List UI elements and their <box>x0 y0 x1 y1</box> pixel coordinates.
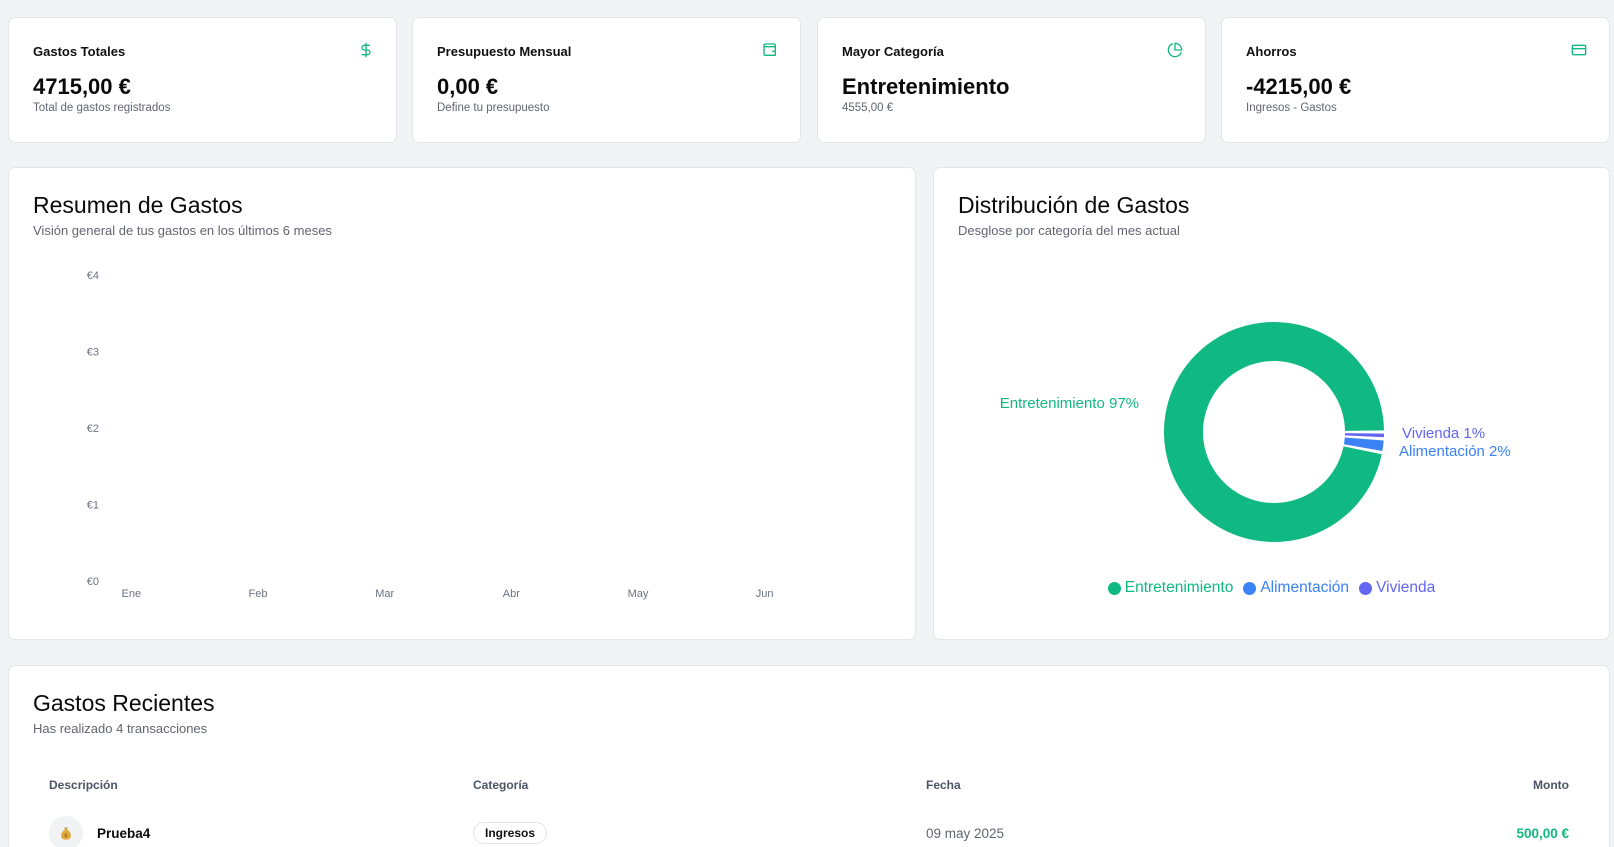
legend-dot <box>1359 581 1373 595</box>
legend-label: Alimentación <box>1260 579 1350 596</box>
expenses-bar-chart: €0 €1 €2 €3 €4 Ene Feb Mar Abr May Jun <box>87 270 774 600</box>
money-bag-sign: $ <box>64 833 67 839</box>
money-bag-glyph: $ <box>61 827 71 840</box>
x-tick-label: Abr <box>503 588 520 600</box>
x-tick-label: May <box>628 588 649 600</box>
recent-expenses-panel: Gastos Recientes Has realizado 4 transac… <box>8 665 1610 847</box>
stat-subtitle: Total de gastos registrados <box>33 102 171 114</box>
summary-panel: Resumen de Gastos Visión general de tus … <box>8 167 916 640</box>
stat-subtitle: 4555,00 € <box>842 102 894 114</box>
legend-item-alimentacion[interactable]: Alimentación <box>1243 579 1349 597</box>
row-amount: 500,00 € <box>1516 826 1569 841</box>
money-bag-icon: $ <box>49 816 83 847</box>
distribution-panel: Distribución de Gastos Desglose por cate… <box>933 167 1610 640</box>
stat-value: -4215,00 € <box>1246 74 1352 99</box>
slice-label: Vivienda 1% <box>1402 425 1485 442</box>
distribution-donut-chart: Entretenimiento 97% Vivienda 1%Alimentaci… <box>1000 322 1511 543</box>
x-tick-label: Mar <box>375 588 394 600</box>
column-header-category[interactable]: Categoría <box>473 778 528 792</box>
dollar-icon <box>361 42 371 58</box>
x-tick-label: Feb <box>249 588 268 600</box>
x-tick-label: Ene <box>122 588 142 600</box>
wallet-icon <box>763 43 776 56</box>
y-tick-label: €4 <box>87 270 99 282</box>
y-tick-label: €2 <box>87 423 99 435</box>
stat-value: 0,00 € <box>437 74 499 99</box>
stat-card-budget: Presupuesto Mensual 0,00 € Define tu pre… <box>412 17 801 143</box>
stat-title: Gastos Totales <box>33 44 126 59</box>
chart-legend: Entretenimiento Alimentación Vivienda <box>934 579 1609 597</box>
legend-item-vivienda[interactable]: Vivienda <box>1359 579 1435 597</box>
panel-title: Gastos Recientes <box>33 690 215 716</box>
panel-subtitle: Has realizado 4 transacciones <box>33 721 208 736</box>
legend-dot <box>1107 581 1121 595</box>
column-header-amount[interactable]: Monto <box>1533 778 1569 792</box>
y-tick-label: €1 <box>87 500 99 512</box>
stat-subtitle: Define tu presupuesto <box>437 102 550 114</box>
stat-card-total: Gastos Totales 4715,00 € Total de gastos… <box>8 17 397 143</box>
stat-value: 4715,00 € <box>33 74 131 99</box>
row-description: Prueba4 <box>97 826 151 841</box>
stat-value: Entretenimiento <box>842 74 1010 99</box>
stat-subtitle: Ingresos - Gastos <box>1246 102 1337 114</box>
column-header-date[interactable]: Fecha <box>926 778 961 792</box>
stat-card-top-category: Mayor Categoría Entretenimiento 4555,00 … <box>817 17 1206 143</box>
column-header-description[interactable]: Descripción <box>49 778 118 792</box>
x-tick-label: Jun <box>756 588 774 600</box>
credit-card-icon <box>1571 44 1587 56</box>
slice-label: Alimentación 2% <box>1399 443 1511 460</box>
pie-chart-icon <box>1167 42 1183 58</box>
stat-title: Ahorros <box>1246 44 1297 59</box>
donut-slice[interactable] <box>1344 433 1384 438</box>
stat-title: Presupuesto Mensual <box>437 44 572 59</box>
legend-label: Vivienda <box>1376 579 1436 596</box>
legend-item-entretenimiento[interactable]: Entretenimiento <box>1107 579 1234 597</box>
y-tick-label: €0 <box>87 576 99 588</box>
legend-label: Entretenimiento <box>1124 579 1234 596</box>
legend-dot <box>1243 581 1257 595</box>
row-date: 09 may 2025 <box>926 826 1005 841</box>
stat-title: Mayor Categoría <box>842 44 944 59</box>
category-badge: Ingresos <box>473 822 548 844</box>
y-tick-label: €3 <box>87 347 99 359</box>
slice-label: Entretenimiento 97% <box>1000 395 1139 412</box>
stat-card-savings: Ahorros -4215,00 € Ingresos - Gastos <box>1221 17 1610 143</box>
category-badge-label: Ingresos <box>485 826 536 840</box>
donut-slice[interactable] <box>1164 322 1384 543</box>
